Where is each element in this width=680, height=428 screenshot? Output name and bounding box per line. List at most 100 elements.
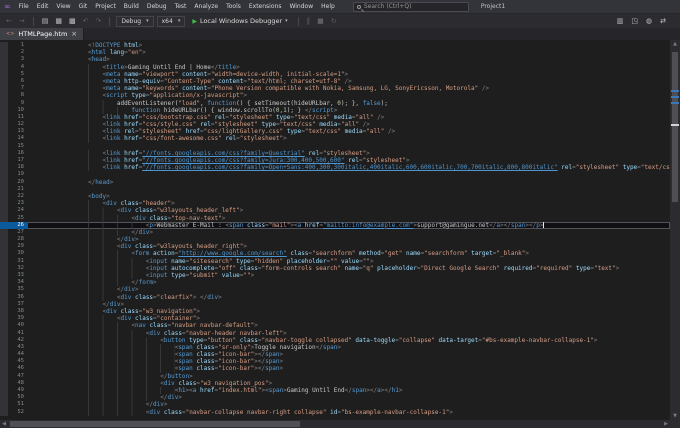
fold-margin[interactable] — [28, 186, 40, 193]
fold-margin[interactable] — [28, 258, 40, 265]
fold-margin[interactable] — [28, 78, 40, 85]
line-number[interactable]: 39 — [8, 315, 28, 322]
vertical-scrollbar[interactable]: ▲ ▼ — [670, 40, 680, 420]
code-line-20[interactable]: 20 </head> — [0, 178, 670, 186]
line-number[interactable]: 51 — [8, 401, 28, 408]
line-number[interactable]: 34 — [8, 279, 28, 286]
fold-margin[interactable] — [28, 272, 40, 279]
solution-configuration-dropdown[interactable]: Debug ▾ — [116, 15, 154, 27]
code-line-43[interactable]: 43 <span class="sr-only">Toggle navigatio… — [0, 343, 670, 352]
fold-margin[interactable] — [28, 143, 40, 150]
fold-margin[interactable] — [28, 157, 40, 164]
scroll-down-icon[interactable]: ▼ — [670, 412, 680, 420]
fold-margin[interactable] — [28, 207, 40, 214]
breakpoint-margin[interactable] — [0, 85, 8, 93]
line-number[interactable]: 20 — [8, 179, 28, 186]
fold-margin[interactable] — [28, 286, 40, 293]
fold-margin[interactable] — [28, 107, 40, 114]
fold-margin[interactable] — [28, 365, 40, 372]
properties-icon[interactable]: ◍ — [644, 17, 654, 25]
line-number[interactable]: 18 — [8, 164, 28, 171]
breakpoint-margin[interactable] — [0, 228, 8, 237]
breakpoint-margin[interactable] — [0, 77, 8, 86]
line-number[interactable]: 25 — [8, 215, 28, 222]
breakpoint-margin[interactable] — [0, 200, 8, 208]
new-file-icon[interactable]: ▤ — [40, 17, 51, 25]
breakpoint-margin[interactable] — [0, 315, 8, 323]
line-number[interactable]: 47 — [8, 373, 28, 380]
breakpoint-margin[interactable] — [0, 286, 8, 294]
fold-margin[interactable] — [28, 42, 40, 49]
fold-margin[interactable] — [28, 128, 40, 135]
fold-margin[interactable] — [28, 215, 40, 222]
fold-margin[interactable] — [28, 308, 40, 315]
breakpoint-margin[interactable] — [0, 279, 8, 287]
menu-window[interactable]: Window — [285, 3, 317, 10]
code-line-25[interactable]: 25 <div class="top-nav-text"> — [0, 214, 670, 222]
line-number[interactable]: 41 — [8, 330, 28, 337]
line-number[interactable]: 17 — [8, 157, 28, 164]
line-number[interactable]: 23 — [8, 200, 28, 207]
code-line-31[interactable]: 31 <input name="sitesearch" type="hidden"… — [0, 257, 670, 265]
code-line-34[interactable]: 34 </form> — [0, 279, 670, 287]
code-line-16[interactable]: 16 <link href="//fonts.googleapis.com/css… — [0, 149, 670, 157]
code-line-13[interactable]: 13 <link rel="stylesheet" href="css/light… — [0, 128, 670, 136]
breakpoint-margin[interactable] — [0, 336, 8, 344]
breakpoint-margin[interactable] — [0, 171, 8, 179]
break-all-icon[interactable]: ‖ — [305, 17, 313, 25]
solution-platform-dropdown[interactable]: x64 ▾ — [156, 15, 186, 27]
menu-edit[interactable]: Edit — [33, 3, 53, 10]
breakpoint-margin[interactable] — [0, 300, 8, 308]
menu-help[interactable]: Help — [317, 3, 339, 10]
tab-htmlpage[interactable]: <> HTMLPage.htm × — [0, 28, 85, 40]
breakpoint-margin[interactable] — [0, 56, 8, 64]
horizontal-scrollbar[interactable]: ◀ ▶ — [0, 420, 670, 428]
line-number[interactable]: 45 — [8, 358, 28, 365]
code-line-10[interactable]: 10 function hideURLbar() { window.scrollT… — [0, 106, 670, 114]
fold-margin[interactable] — [28, 49, 40, 56]
quick-search-box[interactable]: Search (Ctrl+Q) — [352, 1, 469, 12]
code-line-50[interactable]: 50 </div> — [0, 394, 670, 402]
breakpoint-margin[interactable] — [0, 394, 8, 402]
scroll-right-icon[interactable]: ▶ — [662, 420, 670, 428]
line-number[interactable]: 48 — [8, 380, 28, 387]
line-number[interactable]: 12 — [8, 121, 28, 128]
fold-margin[interactable] — [28, 179, 40, 186]
fold-margin[interactable] — [28, 121, 40, 128]
code-line-39[interactable]: 39 <div class="container"> — [0, 315, 670, 323]
vertical-scroll-thumb[interactable] — [672, 52, 678, 202]
code-line-3[interactable]: 3 <head> — [0, 56, 670, 64]
fold-margin[interactable] — [28, 315, 40, 322]
line-number[interactable]: 38 — [8, 308, 28, 315]
line-number[interactable]: 44 — [8, 351, 28, 358]
line-number[interactable]: 49 — [8, 387, 28, 394]
menu-file[interactable]: File — [15, 3, 33, 10]
fold-margin[interactable] — [28, 100, 40, 107]
line-number[interactable]: 30 — [8, 250, 28, 257]
tab-close-icon[interactable]: × — [71, 30, 77, 38]
breakpoint-margin[interactable] — [0, 401, 8, 409]
breakpoint-margin[interactable] — [0, 99, 8, 107]
code-line-22[interactable]: 22 <body> — [0, 192, 670, 201]
line-number[interactable]: 40 — [8, 322, 28, 329]
undo-icon[interactable]: ↶ — [81, 17, 91, 25]
breakpoint-margin[interactable] — [0, 157, 8, 165]
save-icon[interactable]: ▦ — [53, 17, 64, 25]
line-number[interactable]: 33 — [8, 272, 28, 279]
code-line-28[interactable]: 28 </div> — [0, 236, 670, 244]
code-line-18[interactable]: 18 <link href="//fonts.googleapis.com/css… — [0, 164, 670, 172]
menu-project[interactable]: Project — [91, 3, 120, 10]
code-line-30[interactable]: 30 <form action="http://www.google.com/se… — [0, 250, 670, 258]
breakpoint-margin[interactable] — [0, 243, 8, 251]
menu-extensions[interactable]: Extensions — [245, 3, 286, 10]
fold-margin[interactable] — [28, 200, 40, 207]
code-line-26[interactable]: 26 <p>Webmaster E-Mail : <span class="mai… — [0, 221, 670, 229]
breakpoint-margin[interactable] — [0, 329, 8, 337]
line-number[interactable]: 5 — [8, 71, 28, 78]
fold-margin[interactable] — [28, 229, 40, 236]
line-number[interactable]: 43 — [8, 344, 28, 351]
code-line-47[interactable]: 47 </button> — [0, 372, 670, 380]
code-line-6[interactable]: 6 <meta http-equiv="Content-Type" content… — [0, 77, 670, 86]
code-line-4[interactable]: 4 <title>Gaming Until End | Home</title> — [0, 63, 670, 71]
breakpoint-margin[interactable] — [0, 257, 8, 265]
